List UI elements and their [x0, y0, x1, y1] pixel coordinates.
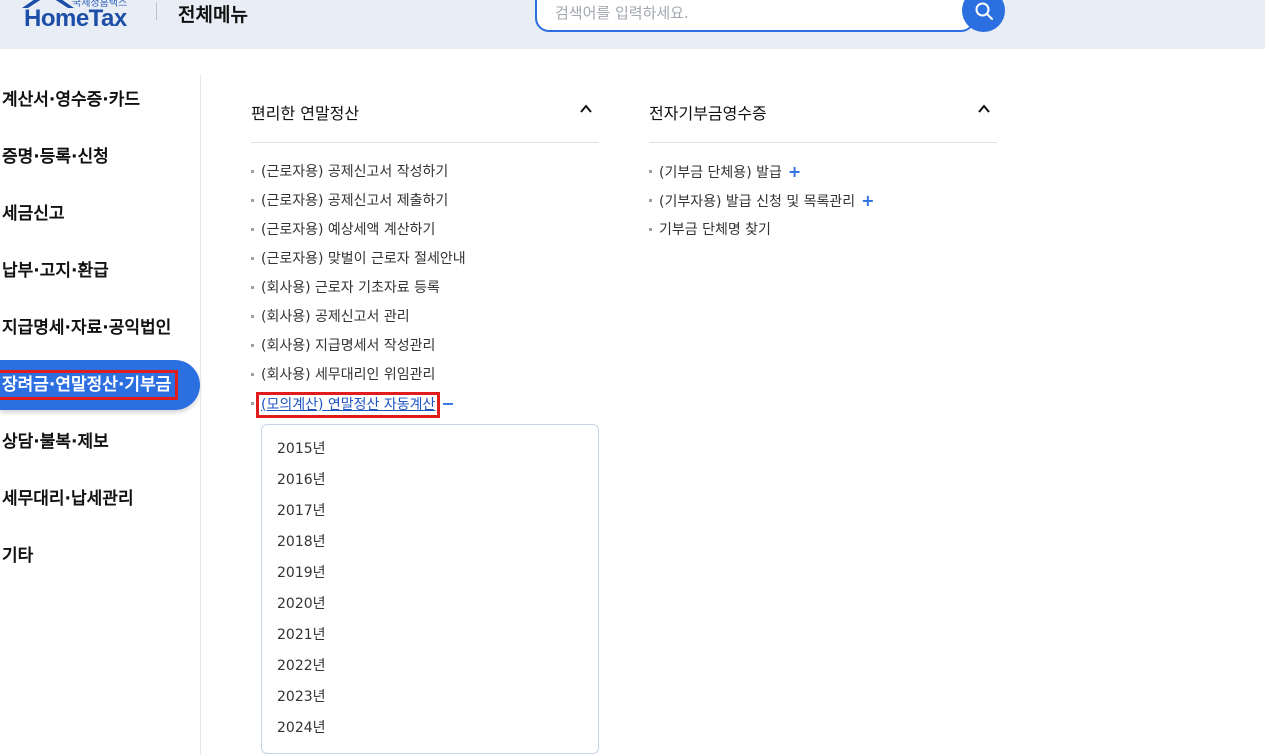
expand-button[interactable]: + — [788, 162, 801, 182]
menu-list: (기부금 단체용) 발급 + (기부자용) 발급 신청 및 목록관리 + 기부금 단… — [649, 162, 997, 249]
expand-button[interactable]: + — [861, 191, 874, 211]
sidebar-item-agent[interactable]: 세무대리·납세관리 — [0, 474, 200, 531]
menu-section-year-end: 편리한 연말정산 (근로자용) 공제신고서 작성하기 (근로자용) 공제신고서 … — [251, 92, 599, 754]
menu-item[interactable]: (기부자용) 발급 신청 및 목록관리 + — [649, 191, 997, 220]
year-item-2019[interactable]: 2019년 — [262, 561, 598, 592]
search-box — [535, 0, 975, 32]
sidebar-item-certificate[interactable]: 증명·등록·신청 — [0, 132, 200, 189]
menu-item[interactable]: (회사용) 지급명세서 작성관리 — [251, 336, 599, 365]
year-item-2016[interactable]: 2016년 — [262, 468, 598, 499]
menu-item[interactable]: (근로자용) 예상세액 계산하기 — [251, 220, 599, 249]
year-submenu: 2015년 2016년 2017년 2018년 2019년 2020년 2021… — [261, 424, 599, 754]
menu-item[interactable]: (근로자용) 맞벌이 근로자 절세안내 — [251, 249, 599, 278]
sidebar-item-year-end[interactable]: 장려금·연말정산·기부금 — [0, 360, 200, 410]
header-bar: 국세청홈택스 HomeTax 전체메뉴 — [0, 0, 1265, 49]
year-item-2022[interactable]: 2022년 — [262, 654, 598, 685]
year-item-2015[interactable]: 2015년 — [262, 437, 598, 468]
menu-item[interactable]: (근로자용) 공제신고서 제출하기 — [251, 191, 599, 220]
section-header: 편리한 연말정산 — [251, 92, 599, 143]
year-item-2021[interactable]: 2021년 — [262, 623, 598, 654]
sidebar-item-tax-report[interactable]: 세금신고 — [0, 189, 200, 246]
header-divider — [156, 2, 157, 20]
nav-divider — [200, 75, 201, 755]
menu-item[interactable]: (회사용) 근로자 기초자료 등록 — [251, 278, 599, 307]
section-header: 전자기부금영수증 — [649, 92, 997, 143]
menu-item[interactable]: 기부금 단체명 찾기 — [649, 220, 997, 249]
collapse-button[interactable]: − — [441, 394, 454, 414]
menu-item[interactable]: (근로자용) 공제신고서 작성하기 — [251, 162, 599, 191]
sidebar-nav: 계산서·영수증·카드 증명·등록·신청 세금신고 납부·고지·환급 지급명세·자… — [0, 75, 200, 588]
search-input[interactable] — [555, 4, 935, 22]
chevron-up-icon[interactable] — [579, 102, 593, 116]
menu-item[interactable]: (회사용) 세무대리인 위임관리 — [251, 365, 599, 394]
hometax-logo[interactable]: 국세청홈택스 HomeTax — [14, 0, 146, 40]
logo-text: HomeTax — [24, 5, 127, 32]
menu-list: (근로자용) 공제신고서 작성하기 (근로자용) 공제신고서 제출하기 (근로자… — [251, 162, 599, 423]
simulation-link[interactable]: (모의계산) 연말정산 자동계산 — [255, 392, 441, 418]
menu-section-donation: 전자기부금영수증 (기부금 단체용) 발급 + (기부자용) 발급 신청 및 목록… — [649, 92, 997, 249]
section-title: 전자기부금영수증 — [649, 104, 767, 123]
section-title: 편리한 연말정산 — [251, 104, 360, 123]
year-item-2020[interactable]: 2020년 — [262, 592, 598, 623]
menu-item[interactable]: (기부금 단체용) 발급 + — [649, 162, 997, 191]
sidebar-item-statement[interactable]: 지급명세·자료·공익법인 — [0, 303, 200, 360]
menu-item-simulation[interactable]: (모의계산) 연말정산 자동계산 − — [251, 392, 599, 423]
sidebar-item-etc[interactable]: 기타 — [0, 531, 200, 588]
year-item-2023[interactable]: 2023년 — [262, 685, 598, 716]
page-title: 전체메뉴 — [178, 4, 248, 26]
search-icon — [975, 2, 993, 20]
year-item-2018[interactable]: 2018년 — [262, 530, 598, 561]
chevron-up-icon[interactable] — [977, 102, 991, 116]
sidebar-item-payment[interactable]: 납부·고지·환급 — [0, 246, 200, 303]
year-item-2024[interactable]: 2024년 — [262, 716, 598, 747]
menu-item[interactable]: (회사용) 공제신고서 관리 — [251, 307, 599, 336]
sidebar-item-invoice[interactable]: 계산서·영수증·카드 — [0, 75, 200, 132]
sidebar-item-consult[interactable]: 상담·불복·제보 — [0, 417, 200, 474]
year-item-2017[interactable]: 2017년 — [262, 499, 598, 530]
